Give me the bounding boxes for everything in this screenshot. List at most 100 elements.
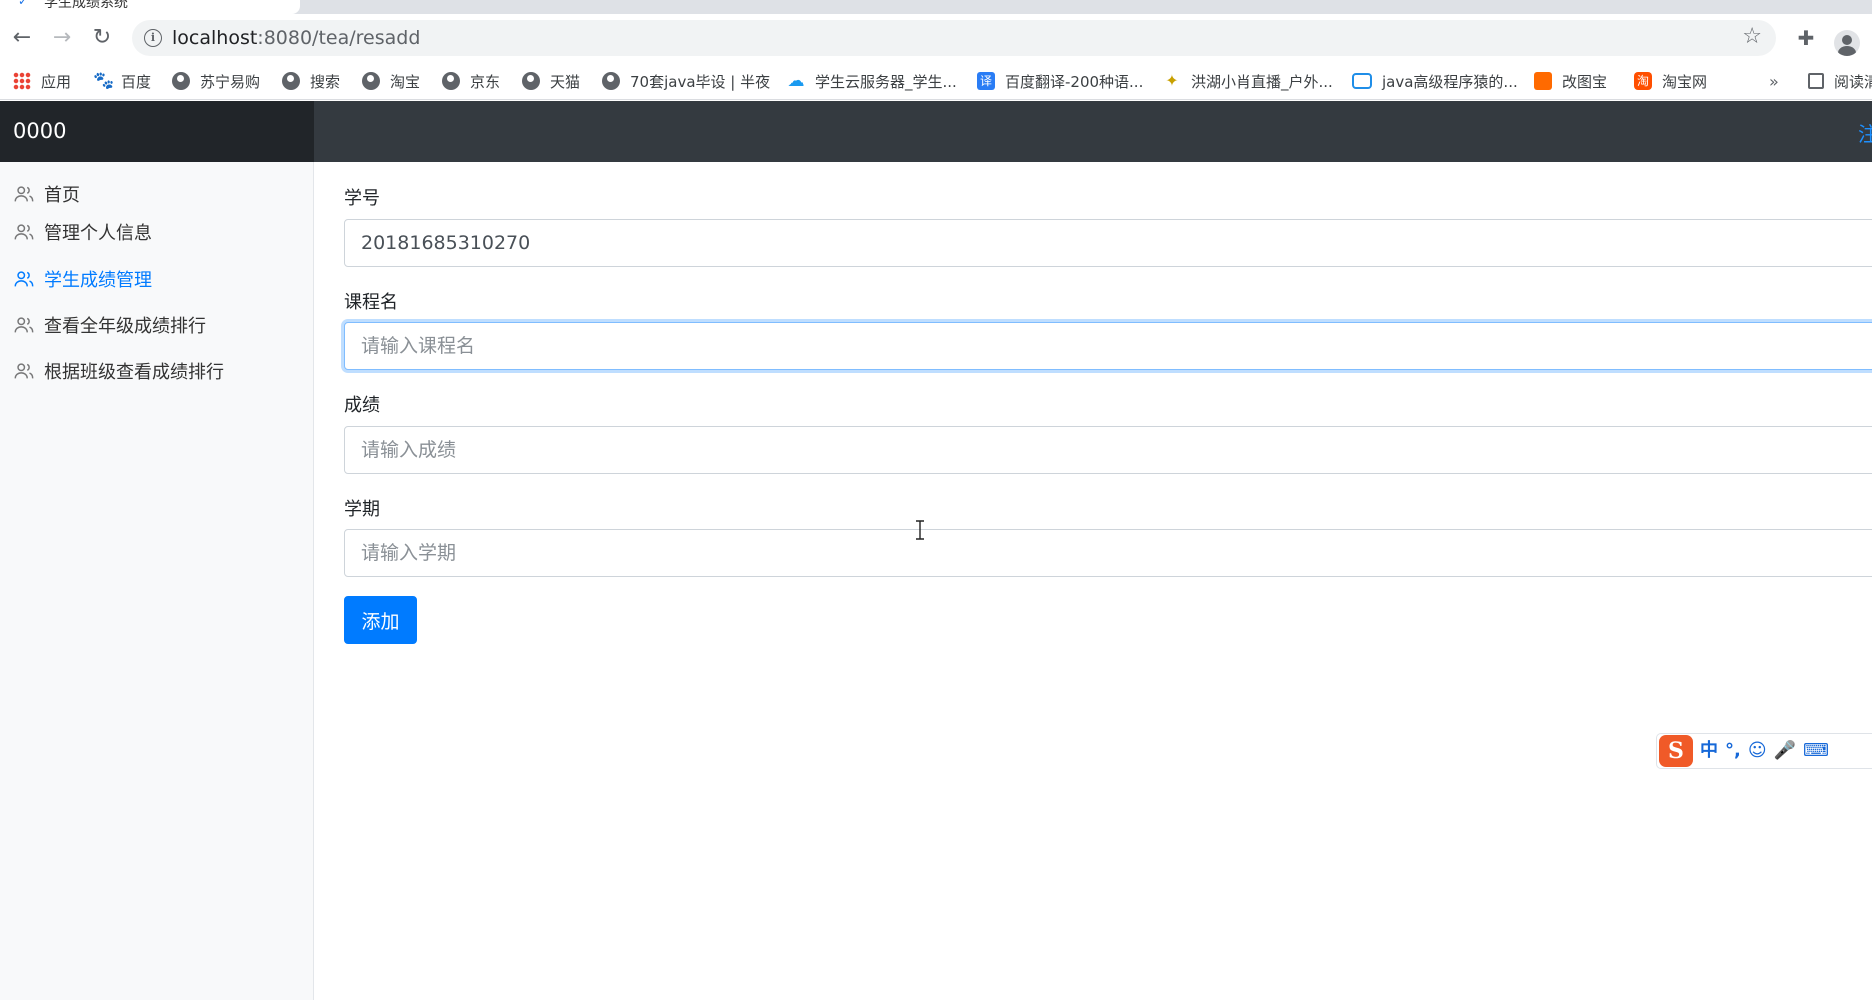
- ime-emoji-icon[interactable]: ☺: [1748, 735, 1767, 767]
- text-cursor-icon: [916, 520, 924, 540]
- users-icon: [14, 363, 34, 379]
- bookmark-label: 苏宁易购: [200, 72, 261, 91]
- bookmark-taobao-net[interactable]: 淘淘宝网: [1634, 68, 1707, 94]
- site-info-icon[interactable]: i: [144, 29, 162, 47]
- profile-avatar-icon[interactable]: [1834, 30, 1860, 56]
- browser-toolbar: ← → ↻ i localhost:8080/tea/resadd ☆ ✚: [0, 14, 1872, 62]
- ime-voice-icon[interactable]: 🎤: [1774, 735, 1796, 767]
- browser-tab-strip: ✓ 学生成绩系统: [0, 0, 1872, 14]
- student-id-label: 学号: [344, 188, 380, 209]
- ime-mode-chinese[interactable]: 中: [1700, 735, 1718, 767]
- sidebar-item-label: 根据班级查看成绩排行: [44, 362, 224, 383]
- bookmark-label: 淘宝网: [1662, 72, 1708, 91]
- bookmark-tmall[interactable]: 天猫: [522, 68, 580, 94]
- sidebar-item-grade-management[interactable]: 学生成绩管理: [13, 264, 152, 294]
- sidebar-item-class-ranking[interactable]: 根据班级查看成绩排行: [13, 356, 224, 386]
- bookmark-suning[interactable]: 苏宁易购: [172, 68, 260, 94]
- score-input[interactable]: [344, 426, 1872, 474]
- sidebar-item-profile[interactable]: 管理个人信息: [13, 217, 152, 247]
- bookmark-baidu-translate[interactable]: 译百度翻译-200种语...: [977, 68, 1143, 94]
- sidebar-item-label: 管理个人信息: [44, 223, 152, 244]
- bookmark-label: 70套java毕设 | 半夜: [630, 72, 771, 91]
- sogou-logo-icon: S: [1659, 735, 1693, 767]
- sidebar-item-home[interactable]: 首页: [13, 179, 80, 209]
- main-content: 学号 课程名 成绩 学期 添加 S 中 °, ☺ 🎤 ⌨: [314, 162, 1872, 1000]
- url-path: :8080/tea/resadd: [257, 27, 421, 49]
- bookmark-live-stream[interactable]: ✦ 洪湖小肖直播_户外...: [1163, 68, 1333, 94]
- globe-icon: [172, 72, 190, 90]
- baidu-paw-icon: 🐾: [93, 71, 115, 91]
- users-icon: [14, 186, 34, 202]
- bookmark-star-icon[interactable]: ☆: [1742, 24, 1762, 49]
- users-icon: [14, 271, 34, 287]
- extensions-puzzle-icon[interactable]: ✚: [1792, 24, 1820, 52]
- forward-arrow-icon[interactable]: →: [48, 24, 76, 52]
- score-label: 成绩: [344, 395, 380, 416]
- browser-tab[interactable]: ✓ 学生成绩系统: [0, 0, 300, 14]
- tab-title: 学生成绩系统: [44, 0, 128, 11]
- reload-icon[interactable]: ↻: [88, 24, 116, 52]
- ime-toolbar[interactable]: S 中 °, ☺ 🎤 ⌨: [1656, 733, 1872, 769]
- ime-keyboard-icon[interactable]: ⌨: [1803, 735, 1829, 767]
- globe-icon: [442, 72, 460, 90]
- bookmarks-overflow-icon[interactable]: »: [1769, 72, 1779, 91]
- reading-list-button[interactable]: 阅读清单: [1808, 68, 1872, 94]
- globe-icon: [282, 72, 300, 90]
- bilibili-tv-icon: [1352, 73, 1372, 89]
- back-arrow-icon[interactable]: ←: [8, 24, 36, 52]
- bookmark-gaitubao[interactable]: 改图宝: [1534, 68, 1607, 94]
- bookmark-label: 应用: [41, 72, 72, 91]
- add-button[interactable]: 添加: [344, 596, 417, 644]
- bookmark-label: 京东: [470, 72, 501, 91]
- ime-punctuation-icon[interactable]: °,: [1725, 735, 1741, 767]
- course-name-label: 课程名: [344, 292, 398, 313]
- term-input[interactable]: [344, 529, 1872, 577]
- bookmark-label: java高级程序猿的...: [1382, 72, 1518, 91]
- translate-icon: 译: [977, 72, 995, 90]
- app-navbar: 0000 注销: [0, 101, 1872, 162]
- bookmark-java-thesis[interactable]: 70套java毕设 | 半夜: [602, 68, 770, 94]
- tab-favicon-icon: ✓: [18, 0, 29, 8]
- sidebar-item-grade-ranking[interactable]: 查看全年级成绩排行: [13, 310, 206, 340]
- sidebar-item-label: 首页: [44, 185, 80, 206]
- course-name-input[interactable]: [344, 322, 1872, 370]
- bookmark-label: 百度: [121, 72, 152, 91]
- bookmark-student-cloud[interactable]: ☁ 学生云服务器_学生...: [787, 68, 957, 94]
- users-icon: [14, 317, 34, 333]
- address-bar[interactable]: i localhost:8080/tea/resadd ☆: [132, 20, 1776, 56]
- sidebar: 首页 管理个人信息 学生成绩管理 查看全年级成绩排行 根据班级查看成绩排行: [0, 162, 314, 1000]
- globe-icon: [362, 72, 380, 90]
- bee-icon: ✦: [1165, 71, 1179, 90]
- taobao-icon: 淘: [1634, 72, 1652, 90]
- reading-list-label: 阅读清单: [1834, 72, 1872, 91]
- bookmark-label: 改图宝: [1562, 72, 1608, 91]
- sidebar-item-label: 查看全年级成绩排行: [44, 316, 206, 337]
- address-url[interactable]: localhost:8080/tea/resadd: [172, 27, 420, 49]
- bookmark-label: 搜索: [310, 72, 341, 91]
- app-brand[interactable]: 0000: [0, 101, 314, 162]
- cloud-icon: ☁: [787, 71, 805, 91]
- bookmark-baidu[interactable]: 🐾 百度: [93, 68, 151, 94]
- url-host: localhost: [172, 27, 258, 49]
- bookmark-label: 学生云服务器_学生...: [815, 72, 957, 91]
- sidebar-item-label: 学生成绩管理: [44, 270, 152, 291]
- signout-link[interactable]: 注销: [1858, 118, 1872, 147]
- bookmark-search[interactable]: 搜索: [282, 68, 340, 94]
- term-label: 学期: [344, 499, 380, 520]
- student-id-input[interactable]: [344, 219, 1872, 267]
- globe-icon: [602, 72, 620, 90]
- bookmark-label: 百度翻译-200种语...: [1005, 72, 1144, 91]
- bookmark-java-senior[interactable]: java高级程序猿的...: [1352, 68, 1518, 94]
- apps-grid-icon: [13, 72, 31, 90]
- users-icon: [14, 224, 34, 240]
- bookmark-label: 天猫: [550, 72, 581, 91]
- bookmark-taobao[interactable]: 淘宝: [362, 68, 420, 94]
- bookmark-apps[interactable]: 应用: [13, 68, 71, 94]
- reading-list-icon: [1808, 73, 1824, 89]
- globe-icon: [522, 72, 540, 90]
- bookmark-jd[interactable]: 京东: [442, 68, 500, 94]
- gaitubao-icon: [1534, 72, 1552, 90]
- bookmark-label: 洪湖小肖直播_户外...: [1191, 72, 1333, 91]
- bookmarks-bar: 应用 🐾 百度 苏宁易购 搜索 淘宝 京东 天猫 70套java毕设 | 半夜 ☁…: [0, 62, 1872, 100]
- bookmark-label: 淘宝: [390, 72, 421, 91]
